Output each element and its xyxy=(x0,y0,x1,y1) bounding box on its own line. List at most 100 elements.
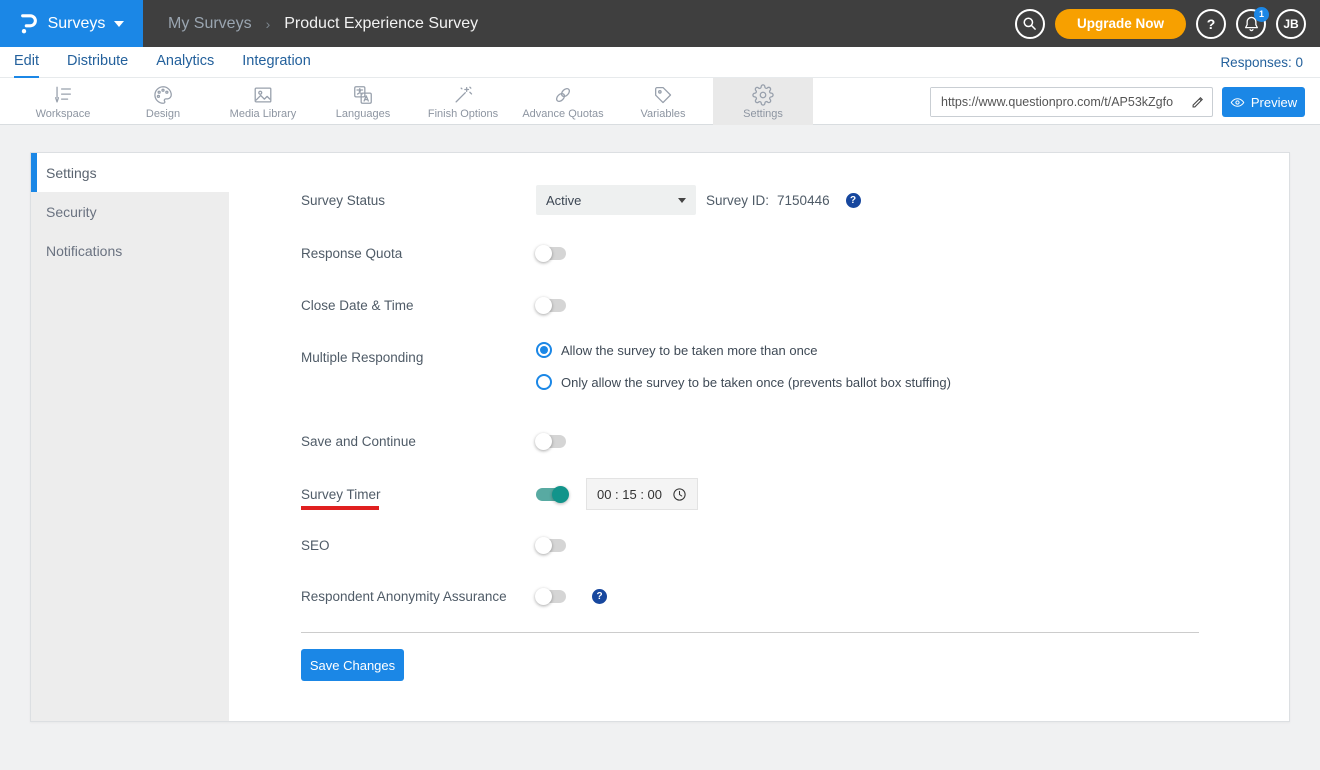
breadcrumb-separator: › xyxy=(265,15,271,32)
toggle-knob xyxy=(535,587,552,605)
close-date-label: Close Date & Time xyxy=(301,297,414,313)
toolbar-item-variables[interactable]: Variables xyxy=(613,78,713,125)
preview-button[interactable]: Preview xyxy=(1222,87,1305,117)
search-button[interactable] xyxy=(1014,8,1045,39)
help-button[interactable]: ? xyxy=(1196,8,1226,39)
workspace-icon xyxy=(52,84,74,106)
seo-row: SEO xyxy=(301,530,566,560)
toolbar-item-advance-quotas[interactable]: Advance Quotas xyxy=(513,78,613,125)
seo-toggle[interactable] xyxy=(535,536,566,554)
survey-timer-label: Survey Timer xyxy=(301,486,381,502)
radio-allow-once[interactable]: Only allow the survey to be taken once (… xyxy=(536,374,951,390)
topbar-actions: Upgrade Now ? 1 JB xyxy=(1014,6,1320,39)
chain-link-icon xyxy=(552,84,574,106)
product-switcher[interactable]: Surveys xyxy=(0,0,143,47)
toolbar-item-media-library[interactable]: Media Library xyxy=(213,78,313,125)
close-date-toggle[interactable] xyxy=(535,296,566,314)
toolbar-item-settings[interactable]: Settings xyxy=(713,78,813,125)
multiple-responding-label: Multiple Responding xyxy=(301,350,424,365)
notification-badge: 1 xyxy=(1254,6,1269,22)
radio-unselected-icon xyxy=(536,374,552,390)
multiple-responding-options: Allow the survey to be taken more than o… xyxy=(536,342,951,390)
survey-toolbar: Workspace Design Media Library Languages… xyxy=(0,78,1320,125)
toolbar-item-design[interactable]: Design xyxy=(113,78,213,125)
toolbar-item-languages[interactable]: Languages xyxy=(313,78,413,125)
upgrade-now-button[interactable]: Upgrade Now xyxy=(1054,8,1186,39)
toggle-knob xyxy=(535,536,552,554)
sidebar-item-notifications[interactable]: Notifications xyxy=(31,231,229,270)
pencil-icon xyxy=(1191,95,1205,109)
response-quota-label: Response Quota xyxy=(301,245,403,261)
survey-id-help-icon[interactable]: ? xyxy=(845,192,861,208)
tab-edit[interactable]: Edit xyxy=(14,47,39,78)
respondent-anonymity-toggle[interactable] xyxy=(535,587,566,605)
toolbar-item-workspace[interactable]: Workspace xyxy=(13,78,113,125)
save-and-continue-toggle[interactable] xyxy=(535,432,566,450)
sidebar-item-settings[interactable]: Settings xyxy=(31,153,229,192)
save-and-continue-label: Save and Continue xyxy=(301,433,416,449)
survey-status-value: Active xyxy=(546,192,582,208)
design-palette-icon xyxy=(152,84,174,106)
seo-label: SEO xyxy=(301,537,330,553)
form-divider xyxy=(301,632,1199,633)
toolbar-item-finish-options[interactable]: Finish Options xyxy=(413,78,513,125)
question-mark-icon: ? xyxy=(1206,15,1216,32)
respondent-anonymity-label: Respondent Anonymity Assurance xyxy=(301,588,507,604)
clock-icon xyxy=(672,487,687,502)
avatar-initials: JB xyxy=(1283,16,1299,31)
top-bar: Surveys My Surveys › Product Experience … xyxy=(0,0,1320,47)
edit-url-button[interactable] xyxy=(1184,95,1212,109)
tag-icon xyxy=(652,84,674,106)
survey-link-field xyxy=(930,87,1213,117)
survey-status-select[interactable]: Active xyxy=(536,185,696,215)
eye-icon xyxy=(1230,95,1245,110)
save-and-continue-row: Save and Continue xyxy=(301,426,566,456)
languages-translate-icon xyxy=(352,84,374,106)
gear-icon xyxy=(752,83,774,106)
responses-count[interactable]: Responses: 0 xyxy=(1220,55,1320,70)
multiple-responding-row: Multiple Responding Allow the survey to … xyxy=(301,342,951,406)
response-quota-toggle[interactable] xyxy=(535,244,566,262)
questionpro-logo-icon xyxy=(19,11,39,36)
tab-integration[interactable]: Integration xyxy=(242,47,311,78)
survey-status-label: Survey Status xyxy=(301,192,386,208)
save-changes-button[interactable]: Save Changes xyxy=(301,649,404,681)
breadcrumb-my-surveys[interactable]: My Surveys xyxy=(168,15,252,33)
toggle-knob xyxy=(552,485,569,503)
survey-timer-highlight-underline xyxy=(301,506,379,510)
toggle-knob xyxy=(535,432,552,450)
chevron-down-icon xyxy=(114,20,125,27)
toggle-knob xyxy=(535,296,552,314)
search-icon xyxy=(1022,16,1037,31)
toggle-knob xyxy=(535,244,552,262)
main-tab-bar: Edit Distribute Analytics Integration Re… xyxy=(0,47,1320,78)
survey-timer-value-field[interactable]: 00 : 15 : 00 xyxy=(586,478,698,510)
survey-id-label: Survey ID: xyxy=(706,192,770,208)
media-image-icon xyxy=(252,84,274,106)
survey-url-input[interactable] xyxy=(931,88,1184,116)
product-name: Surveys xyxy=(47,14,106,32)
magic-wand-icon xyxy=(452,84,474,106)
avatar[interactable]: JB xyxy=(1276,8,1306,39)
close-date-row: Close Date & Time xyxy=(301,290,566,320)
tab-distribute[interactable]: Distribute xyxy=(67,47,128,78)
breadcrumb-survey-title: Product Experience Survey xyxy=(284,14,479,32)
settings-sidebar: Settings Security Notifications xyxy=(31,153,229,721)
radio-selected-icon xyxy=(536,342,552,358)
survey-timer-value: 00 : 15 : 00 xyxy=(596,486,663,502)
settings-form: Survey Status Active Survey ID: 7150446 … xyxy=(301,153,1291,721)
response-quota-row: Response Quota xyxy=(301,238,566,268)
settings-panel: Settings Security Notifications Survey S… xyxy=(30,152,1290,722)
notifications-button[interactable]: 1 xyxy=(1236,6,1269,39)
survey-id-group: Survey ID: 7150446 ? xyxy=(706,192,861,208)
radio-allow-multiple[interactable]: Allow the survey to be taken more than o… xyxy=(536,342,951,358)
chevron-down-icon xyxy=(678,197,686,203)
breadcrumb: My Surveys › Product Experience Survey xyxy=(168,15,478,33)
survey-status-row: Survey Status Active Survey ID: 7150446 … xyxy=(301,185,861,215)
survey-timer-toggle[interactable] xyxy=(536,485,569,503)
respondent-anonymity-row: Respondent Anonymity Assurance ? xyxy=(301,581,607,611)
sidebar-item-security[interactable]: Security xyxy=(31,192,229,231)
respondent-anonymity-help-icon[interactable]: ? xyxy=(592,588,607,604)
tab-analytics[interactable]: Analytics xyxy=(156,47,214,78)
survey-id-value: 7150446 xyxy=(777,192,830,208)
